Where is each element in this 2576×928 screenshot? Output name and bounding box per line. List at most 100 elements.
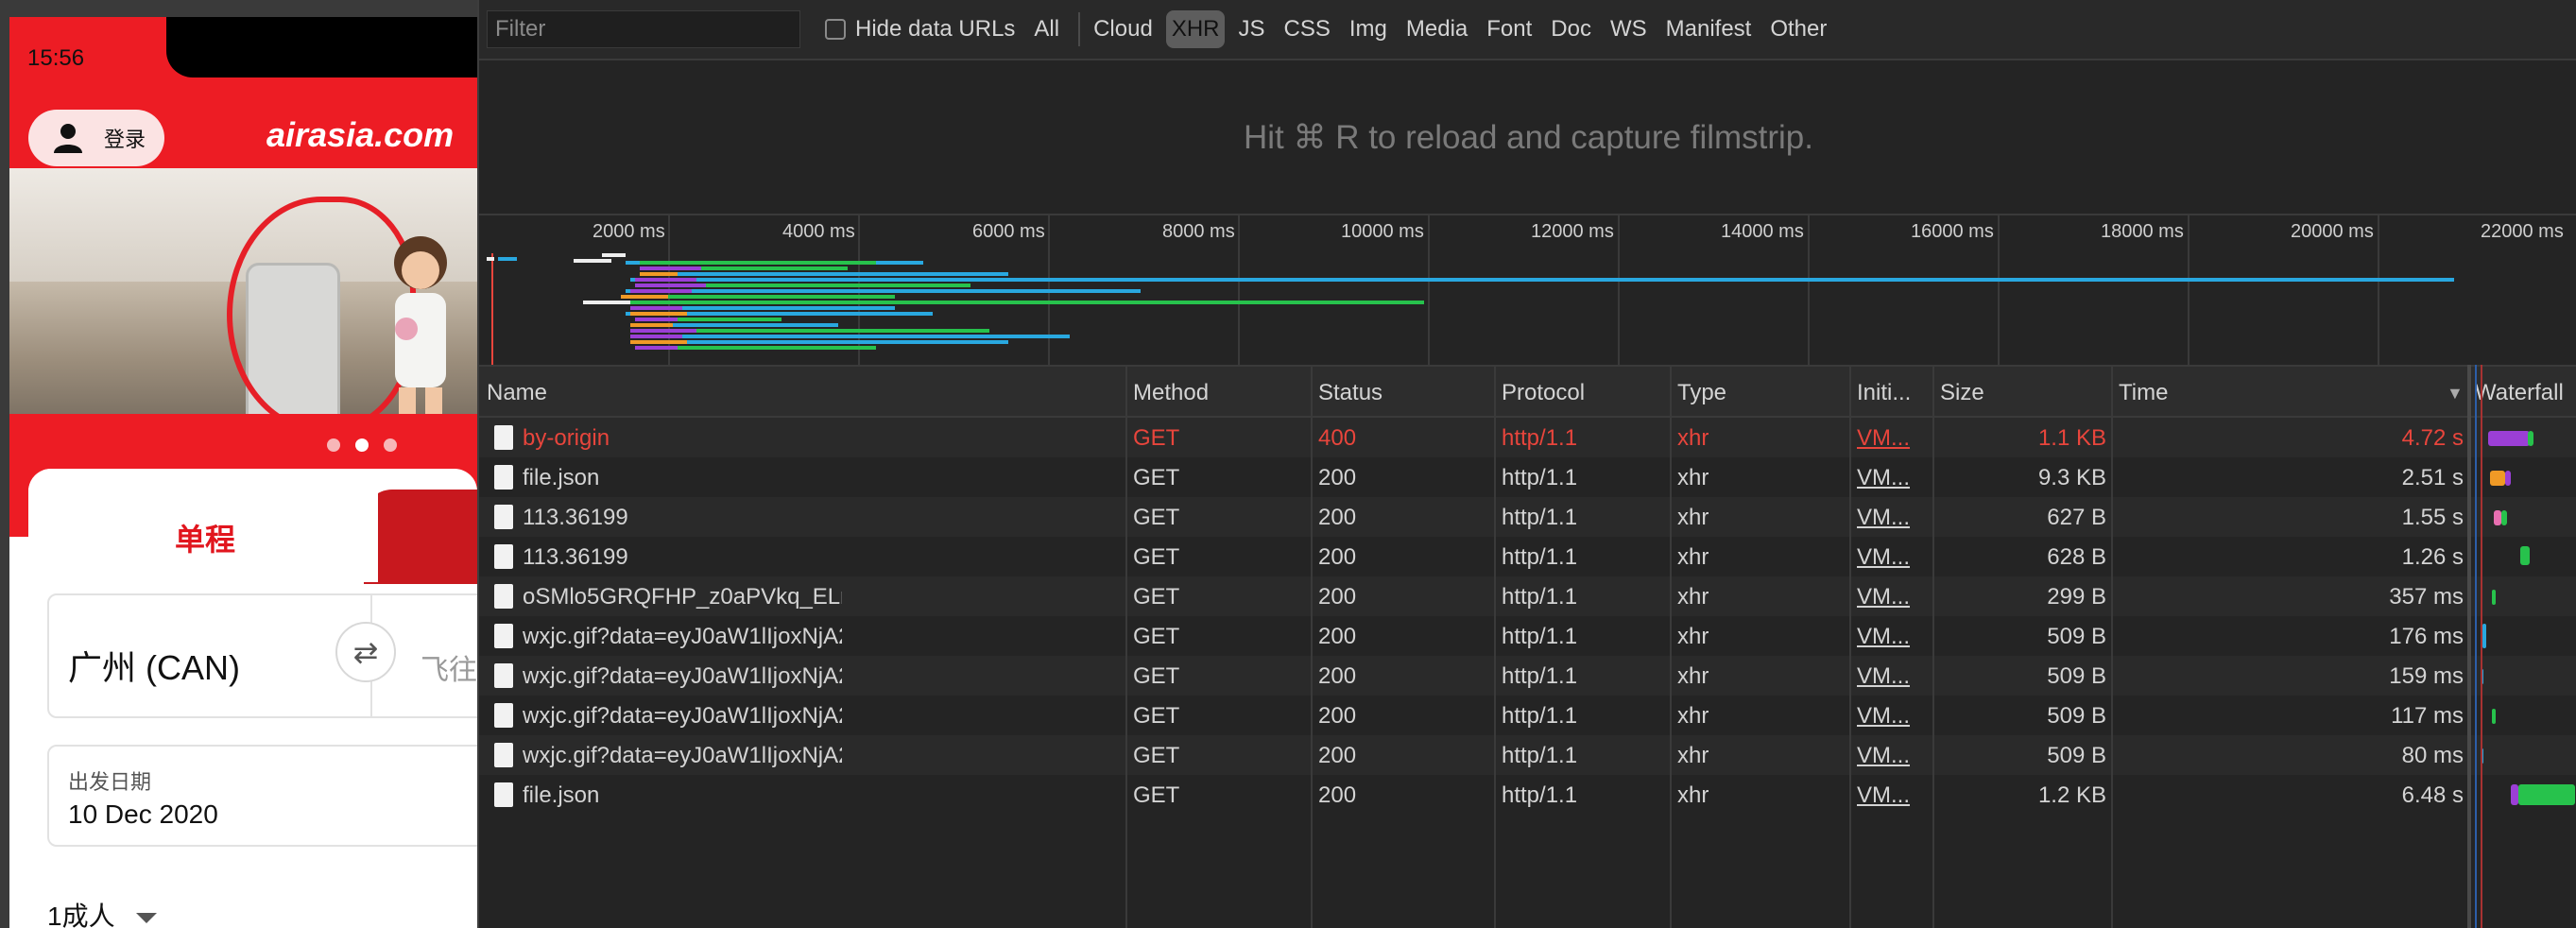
promo-banner[interactable] xyxy=(9,168,477,442)
request-initiator-link[interactable]: VM... xyxy=(1857,544,1910,571)
column-header-method[interactable]: Method xyxy=(1133,380,1209,406)
type-filter-all[interactable]: All xyxy=(1028,10,1065,48)
column-divider[interactable] xyxy=(1494,365,1496,928)
request-initiator-link[interactable]: VM... xyxy=(1857,584,1910,610)
request-time: 159 ms xyxy=(2389,663,2464,689)
type-filter-font[interactable]: Font xyxy=(1481,10,1537,48)
request-method: GET xyxy=(1133,782,1180,808)
request-protocol: http/1.1 xyxy=(1502,544,1578,570)
waterfall-bar xyxy=(2518,784,2575,805)
carousel-dot-active[interactable] xyxy=(355,438,369,452)
request-initiator-link[interactable]: VM... xyxy=(1857,425,1910,452)
request-initiator-link[interactable]: VM... xyxy=(1857,663,1910,690)
request-time: 4.72 s xyxy=(2401,425,2464,451)
type-filter-manifest[interactable]: Manifest xyxy=(1660,10,1758,48)
banner-girl-image xyxy=(394,236,447,435)
destination-airport[interactable]: 飞往 xyxy=(421,646,477,688)
column-divider[interactable] xyxy=(2111,365,2113,928)
table-row[interactable]: 113.36199 GET 200 http/1.1 xhr VM... 627… xyxy=(479,497,2576,537)
request-initiator-link[interactable]: VM... xyxy=(1857,743,1910,769)
chevron-down-icon xyxy=(135,912,157,923)
request-status: 200 xyxy=(1318,663,1357,689)
login-button[interactable]: 登录 xyxy=(28,110,164,166)
swap-route-button[interactable]: ⇄ xyxy=(335,622,396,682)
type-filter-ws[interactable]: WS xyxy=(1605,10,1653,48)
request-initiator-link[interactable]: VM... xyxy=(1857,465,1910,491)
request-size: 628 B xyxy=(2047,544,2106,570)
column-divider[interactable] xyxy=(1932,365,1934,928)
column-divider[interactable] xyxy=(1849,365,1851,928)
mobile-preview: 15:56 登录 airasia.com 单程 广州 (CAN) ⇄ 飞往 出发… xyxy=(0,0,477,928)
table-row[interactable]: file.json GET 200 http/1.1 xhr VM... 1.2… xyxy=(479,775,2576,815)
type-filter-cloud[interactable]: Cloud xyxy=(1088,10,1159,48)
date-label: 出发日期 xyxy=(68,770,152,794)
column-header-size[interactable]: Size xyxy=(1940,380,1984,406)
type-filter-xhr[interactable]: XHR xyxy=(1165,10,1226,48)
waterfall-bar xyxy=(2501,510,2507,525)
request-size: 1.2 KB xyxy=(2037,782,2106,808)
column-header-initiator[interactable]: Initi... xyxy=(1857,380,1911,406)
carousel-dots[interactable] xyxy=(327,438,397,452)
table-row[interactable]: file.json GET 200 http/1.1 xhr VM... 9.3… xyxy=(479,457,2576,497)
table-row[interactable]: oSMlo5GRQFHP_z0aPVkq_ELmPGiU GET 200 htt… xyxy=(479,576,2576,616)
sort-descending-icon[interactable]: ▼ xyxy=(2447,384,2464,404)
request-initiator-link[interactable]: VM... xyxy=(1857,505,1910,531)
carousel-dot[interactable] xyxy=(327,438,340,452)
filmstrip-placeholder: Hit ⌘ R to reload and capture filmstrip. xyxy=(1243,119,1813,156)
column-header-waterfall[interactable]: Waterfall xyxy=(2475,380,2564,406)
type-filter-doc[interactable]: Doc xyxy=(1545,10,1597,48)
column-header-time[interactable]: Time xyxy=(2119,380,2168,406)
column-divider[interactable] xyxy=(2467,365,2471,928)
request-name: wxjc.gif?data=eyJ0aW1lIjoxNjA2OTgyMjA5NT… xyxy=(523,624,842,649)
column-divider[interactable] xyxy=(1311,365,1313,928)
carousel-dot[interactable] xyxy=(384,438,397,452)
waterfall-bar xyxy=(2488,431,2530,446)
request-initiator-link[interactable]: VM... xyxy=(1857,703,1910,730)
column-divider[interactable] xyxy=(1125,365,1127,928)
origin-airport[interactable]: 广州 (CAN) xyxy=(68,641,240,690)
request-method: GET xyxy=(1133,465,1180,490)
hide-data-urls-checkbox[interactable] xyxy=(825,19,846,40)
type-filter-css[interactable]: CSS xyxy=(1279,10,1336,48)
column-header-type[interactable]: Type xyxy=(1677,380,1726,406)
mobile-screen: 15:56 登录 airasia.com 单程 广州 (CAN) ⇄ 飞往 出发… xyxy=(9,17,477,928)
request-type: xhr xyxy=(1677,743,1709,768)
waterfall-bar xyxy=(2492,709,2496,724)
waterfall-bar xyxy=(2528,431,2533,446)
request-method: GET xyxy=(1133,425,1180,451)
column-header-name[interactable]: Name xyxy=(487,380,547,406)
date-field[interactable] xyxy=(47,745,477,847)
passenger-select[interactable]: 1成人 xyxy=(47,896,157,928)
table-row[interactable]: wxjc.gif?data=eyJ0aW1lIjoxNjA2OTgyMjA5Mj… xyxy=(479,735,2576,775)
tab-round-trip[interactable] xyxy=(364,490,477,584)
status-clock: 15:56 xyxy=(27,45,85,71)
user-icon xyxy=(51,121,85,155)
request-type: xhr xyxy=(1677,425,1709,451)
table-row[interactable]: wxjc.gif?data=eyJ0aW1lIjoxNjA2OTgyMjA5NT… xyxy=(479,616,2576,656)
brand-logo[interactable]: airasia.com xyxy=(266,115,454,155)
column-header-protocol[interactable]: Protocol xyxy=(1502,380,1585,406)
table-header: Name Method Status Protocol Type Initi..… xyxy=(479,365,2576,418)
table-row[interactable]: 113.36199 GET 200 http/1.1 xhr VM... 628… xyxy=(479,537,2576,576)
date-value[interactable]: 10 Dec 2020 xyxy=(68,799,218,830)
request-initiator-link[interactable]: VM... xyxy=(1857,624,1910,650)
table-row[interactable]: wxjc.gif?data=eyJ0aW1lIjoxNjA2OTgyMjEwNT… xyxy=(479,696,2576,735)
request-name: 113.36199 xyxy=(523,505,628,530)
filter-input[interactable] xyxy=(487,10,800,48)
type-filter-other[interactable]: Other xyxy=(1764,10,1832,48)
type-filter-js[interactable]: JS xyxy=(1232,10,1270,48)
type-filter-img[interactable]: Img xyxy=(1344,10,1393,48)
column-divider[interactable] xyxy=(1670,365,1672,928)
request-initiator-link[interactable]: VM... xyxy=(1857,782,1910,809)
request-name: wxjc.gif?data=eyJ0aW1lIjoxNjA2OTgyMjA5Mz… xyxy=(523,663,842,689)
request-method: GET xyxy=(1133,703,1180,729)
tab-one-way-label: 单程 xyxy=(175,523,236,557)
request-status: 200 xyxy=(1318,782,1357,808)
table-row[interactable]: wxjc.gif?data=eyJ0aW1lIjoxNjA2OTgyMjA5Mz… xyxy=(479,656,2576,696)
column-header-status[interactable]: Status xyxy=(1318,380,1382,406)
table-row[interactable]: by-origin GET 400 http/1.1 xhr VM... 1.1… xyxy=(479,418,2576,457)
request-status: 200 xyxy=(1318,465,1357,490)
type-filter-media[interactable]: Media xyxy=(1400,10,1473,48)
request-type: xhr xyxy=(1677,584,1709,610)
network-overview-timeline[interactable]: 2000 ms 4000 ms 6000 ms 8000 ms 10000 ms… xyxy=(479,214,2576,367)
